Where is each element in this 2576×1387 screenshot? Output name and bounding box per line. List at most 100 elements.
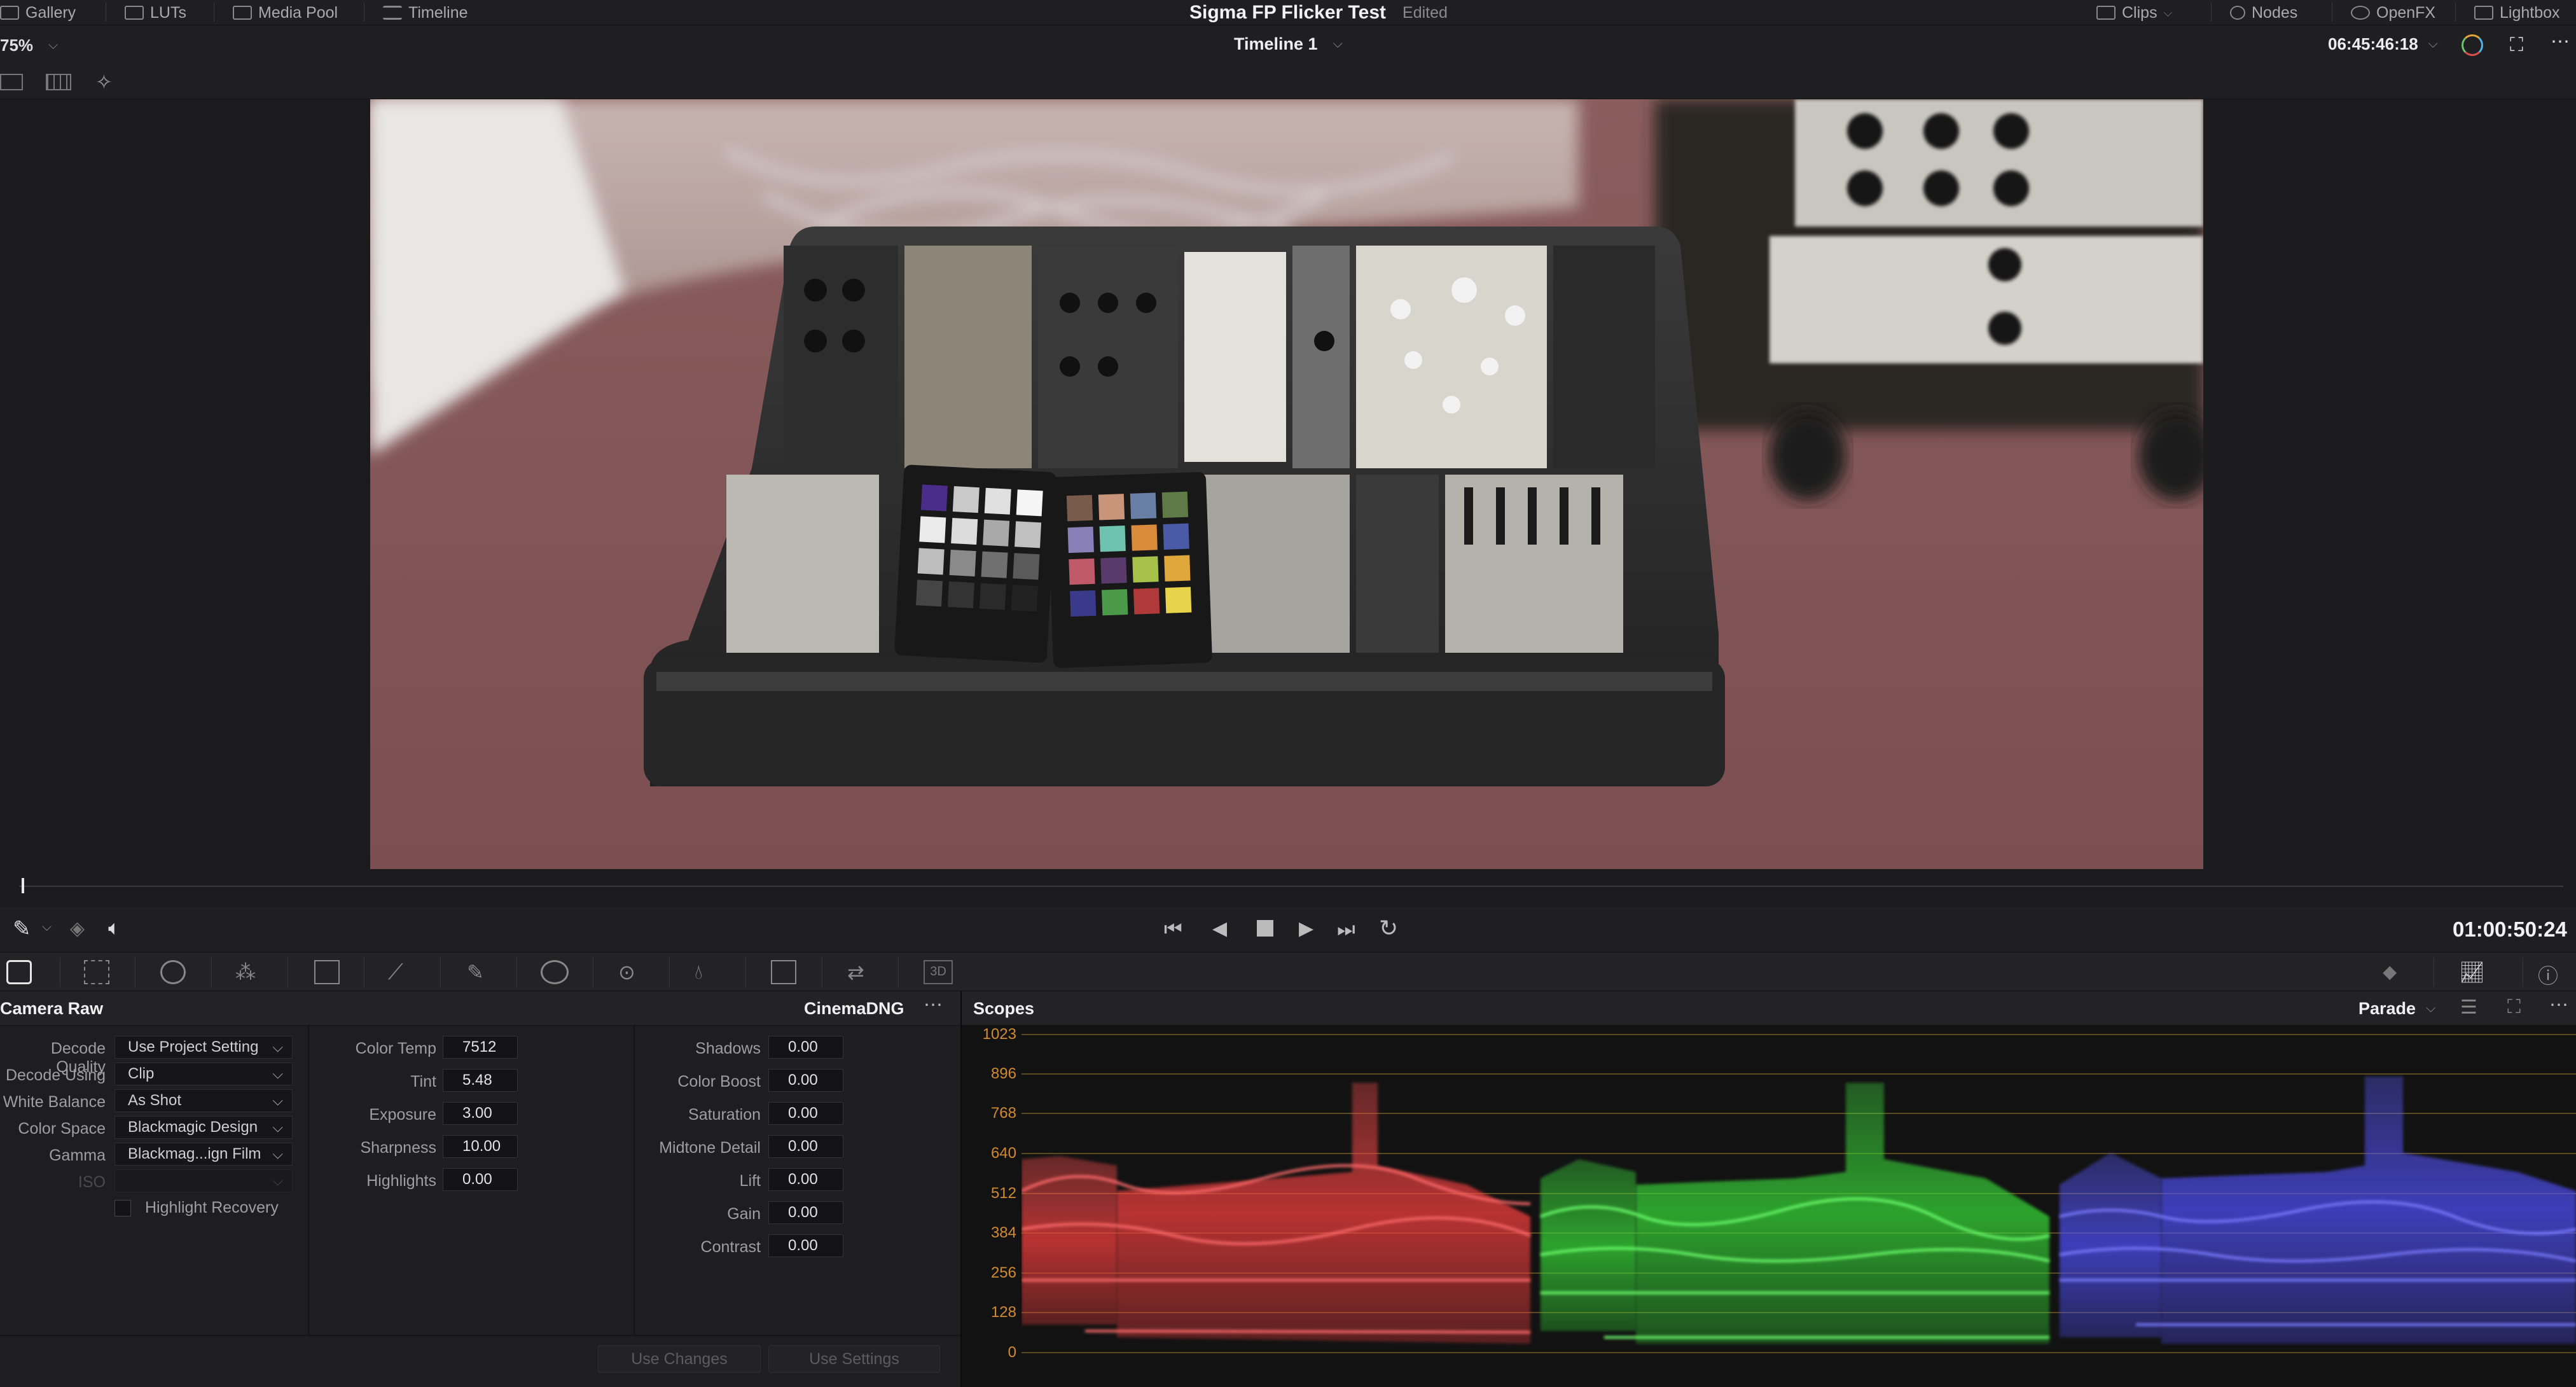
openfx-icon [2351, 6, 2370, 20]
sharpness-label: Sharpness [360, 1139, 436, 1157]
shadows-label: Shadows [695, 1040, 761, 1057]
color-boost-field[interactable]: 0.00 [768, 1069, 843, 1092]
split-view-icon[interactable] [0, 74, 23, 90]
green-channel-trace [1540, 1083, 2050, 1344]
nodes-tab[interactable]: Nodes [2230, 0, 2297, 25]
gain-field[interactable]: 0.00 [768, 1201, 843, 1224]
shadows-field[interactable]: 0.00 [768, 1036, 843, 1059]
use-settings-button[interactable]: Use Settings [768, 1345, 940, 1373]
chevron-down-icon: ⌵ [2428, 37, 2438, 51]
openfx-tab[interactable]: OpenFX [2351, 0, 2435, 25]
saturation-field[interactable]: 0.00 [768, 1102, 843, 1125]
chevron-down-icon: ⌵ [2426, 1001, 2436, 1015]
speaker-icon[interactable]: 🔈︎ [108, 916, 120, 940]
sharpness-field[interactable]: 10.00 [443, 1135, 518, 1158]
use-changes-button[interactable]: Use Changes [598, 1345, 761, 1373]
curves-icon[interactable]: ⟋ [388, 960, 413, 984]
luts-icon [125, 6, 144, 20]
scrub-bar[interactable] [0, 869, 2576, 907]
lift-field[interactable]: 0.00 [768, 1168, 843, 1191]
play-reverse-icon[interactable]: ◀︎ [1212, 917, 1227, 940]
stop-icon[interactable] [1257, 920, 1273, 937]
top-bar: Gallery LUTs Media Pool Timeline Sigma F… [0, 0, 2576, 25]
qualifier-icon[interactable]: ✎ [467, 960, 492, 984]
highlights-field[interactable]: 0.00 [443, 1168, 518, 1191]
fullscreen-icon[interactable]: ⛶ [2510, 34, 2523, 56]
media-pool-icon [233, 6, 252, 20]
gamma-label: Gamma [49, 1147, 106, 1164]
iso-label: ISO [78, 1173, 106, 1191]
contrast-field[interactable]: 0.00 [768, 1234, 843, 1257]
go-to-start-icon[interactable]: ⏮︎ [1164, 917, 1182, 942]
decode-using-select[interactable]: Clip ⌵ [114, 1063, 293, 1085]
color-wheels-icon[interactable] [160, 960, 186, 984]
highlight-recovery-checkbox[interactable] [114, 1200, 131, 1216]
color-space-select[interactable]: Blackmagic Design ⌵ [114, 1116, 293, 1139]
scopes-toggle-icon[interactable]: 📈︎ [2459, 960, 2485, 984]
scope-settings-icon[interactable]: ☰ [2460, 996, 2477, 1019]
nodes-icon [2230, 6, 2245, 20]
scope-mode-select[interactable]: Parade ⌵ [2358, 999, 2435, 1019]
expand-icon[interactable]: ⛶ [2507, 996, 2521, 1018]
gallery-tab[interactable]: Gallery [0, 0, 76, 25]
project-title-area: Sigma FP Flicker Test Edited [1189, 0, 1448, 25]
zoom-select[interactable]: 75% ⌵ [0, 36, 58, 55]
blur-icon[interactable]: 💧︎ [695, 960, 720, 984]
play-icon[interactable]: ▶︎ [1299, 917, 1313, 940]
eyedropper-icon[interactable]: ✎ [13, 916, 31, 942]
window-icon[interactable] [541, 960, 569, 984]
white-balance-label: White Balance [3, 1093, 106, 1111]
scope-tick: 1023 [982, 1026, 1016, 1043]
chevron-down-icon[interactable]: ⌵ [42, 920, 52, 935]
timeline-tab[interactable]: Timeline [383, 0, 468, 25]
motion-effects-icon[interactable] [314, 960, 340, 984]
key-icon[interactable] [771, 960, 796, 984]
color-wheel-icon[interactable] [2462, 34, 2483, 56]
chevron-down-icon: ⌵ [272, 1119, 283, 1135]
chevron-down-icon: ⌵ [272, 1092, 283, 1108]
info-icon[interactable]: ⓘ [2538, 960, 2563, 987]
decode-quality-select[interactable]: Use Project Setting ⌵ [114, 1036, 293, 1059]
grid-icon[interactable] [46, 74, 71, 90]
color-temp-field[interactable]: 7512 [443, 1036, 518, 1059]
gamma-select[interactable]: Blackmag...ign Film ⌵ [114, 1143, 293, 1166]
media-pool-tab[interactable]: Media Pool [233, 0, 338, 25]
scope-tick: 512 [990, 1185, 1016, 1202]
sizing-icon[interactable]: ⇄ [847, 960, 873, 984]
layers-icon[interactable]: ◈ [70, 917, 85, 940]
color-temp-label: Color Temp [355, 1040, 436, 1057]
exposure-field[interactable]: 3.00 [443, 1102, 518, 1125]
loop-icon[interactable]: ↻ [1379, 915, 1398, 942]
highlight-recovery-label: Highlight Recovery [145, 1199, 279, 1216]
viewer-image[interactable] [370, 99, 2203, 869]
white-balance-select[interactable]: As Shot ⌵ [114, 1089, 293, 1112]
lift-label: Lift [739, 1172, 761, 1190]
more-options-icon[interactable]: ⋯ [2551, 31, 2570, 53]
luts-tab[interactable]: LUTs [125, 0, 186, 25]
timeline-select[interactable]: Timeline 1 ⌵ [1234, 34, 1343, 54]
color-boost-label: Color Boost [677, 1073, 761, 1091]
magic-wand-icon[interactable]: ✧ [95, 70, 113, 94]
rgb-mixer-icon[interactable]: ⁂ [235, 960, 261, 984]
scope-tick: 0 [1008, 1344, 1016, 1361]
playhead[interactable] [22, 878, 24, 893]
more-options-icon[interactable]: ⋯ [2549, 994, 2568, 1016]
go-to-end-icon[interactable]: ⏭︎ [1337, 917, 1355, 942]
clips-tab[interactable]: Clips ⌵ [2096, 0, 2172, 25]
more-options-icon[interactable]: ⋯ [924, 994, 943, 1016]
tint-field[interactable]: 5.48 [443, 1069, 518, 1092]
exposure-label: Exposure [369, 1106, 436, 1124]
gain-label: Gain [727, 1205, 761, 1223]
scope-tick: 384 [990, 1224, 1016, 1241]
source-timecode[interactable]: 06:45:46:18 ⌵ [2328, 34, 2438, 54]
raw-format: CinemaDNG [804, 999, 904, 1018]
lightbox-tab[interactable]: Lightbox [2474, 0, 2560, 25]
chevron-down-icon: ⌵ [2163, 6, 2173, 19]
midtone-detail-field[interactable]: 0.00 [768, 1135, 843, 1158]
keyframes-icon[interactable]: ⬥ [2383, 960, 2408, 984]
3d-button[interactable]: 3D [924, 960, 953, 984]
tracker-icon[interactable]: ⊙ [618, 960, 644, 984]
camera-raw-icon[interactable] [6, 960, 32, 984]
project-title: Sigma FP Flicker Test [1189, 2, 1387, 23]
color-match-icon[interactable] [84, 960, 109, 984]
